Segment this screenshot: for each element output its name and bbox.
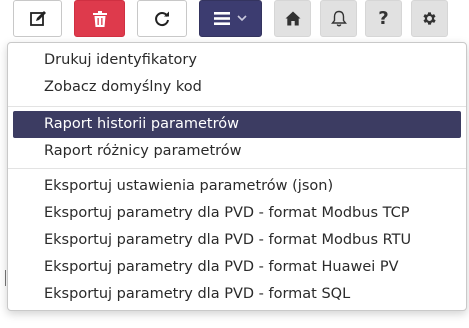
- background-text-fragment: [5, 270, 6, 286]
- question-icon: ?: [378, 7, 389, 29]
- help-button[interactable]: ?: [365, 0, 402, 37]
- menu-item-parameter-difference-report[interactable]: Raport różnicy parametrów: [13, 138, 461, 165]
- menu-divider: [8, 168, 466, 169]
- refresh-button[interactable]: [137, 0, 187, 37]
- menu-item-export-pvd-modbus-tcp[interactable]: Eksportuj parametry dla PVD - format Mod…: [13, 200, 461, 227]
- menu-item-export-pvd-huawei-pv[interactable]: Eksportuj parametry dla PVD - format Hua…: [13, 254, 461, 281]
- chevron-down-icon: [237, 15, 247, 22]
- home-icon: [285, 11, 300, 26]
- menu-item-view-default-code[interactable]: Zobacz domyślny kod: [13, 74, 461, 101]
- menu-divider: [8, 106, 466, 107]
- menu-item-export-pvd-modbus-rtu[interactable]: Eksportuj parametry dla PVD - format Mod…: [13, 227, 461, 254]
- trash-icon: [92, 10, 107, 27]
- edit-icon: [29, 10, 46, 26]
- delete-button[interactable]: [74, 0, 125, 37]
- edit-button[interactable]: [13, 0, 62, 37]
- refresh-icon: [155, 11, 169, 26]
- hamburger-menu-icon: [214, 12, 230, 25]
- page: ? Drukuj identyfikatory Zobacz domyślny …: [0, 0, 469, 328]
- settings-button[interactable]: [411, 0, 448, 37]
- menu-item-export-pvd-sql[interactable]: Eksportuj parametry dla PVD - format SQL: [13, 281, 461, 308]
- bell-icon: [330, 10, 347, 27]
- menu-item-export-parameter-settings-json[interactable]: Eksportuj ustawienia parametrów (json): [13, 173, 461, 200]
- home-button[interactable]: [274, 0, 311, 37]
- notifications-button[interactable]: [320, 0, 357, 37]
- more-actions-menu-button[interactable]: [199, 0, 262, 37]
- menu-item-print-identifiers[interactable]: Drukuj identyfikatory: [13, 47, 461, 74]
- gear-icon: [423, 12, 436, 25]
- menu-item-parameter-history-report[interactable]: Raport historii parametrów: [13, 111, 461, 138]
- actions-dropdown-menu: Drukuj identyfikatory Zobacz domyślny ko…: [7, 42, 467, 311]
